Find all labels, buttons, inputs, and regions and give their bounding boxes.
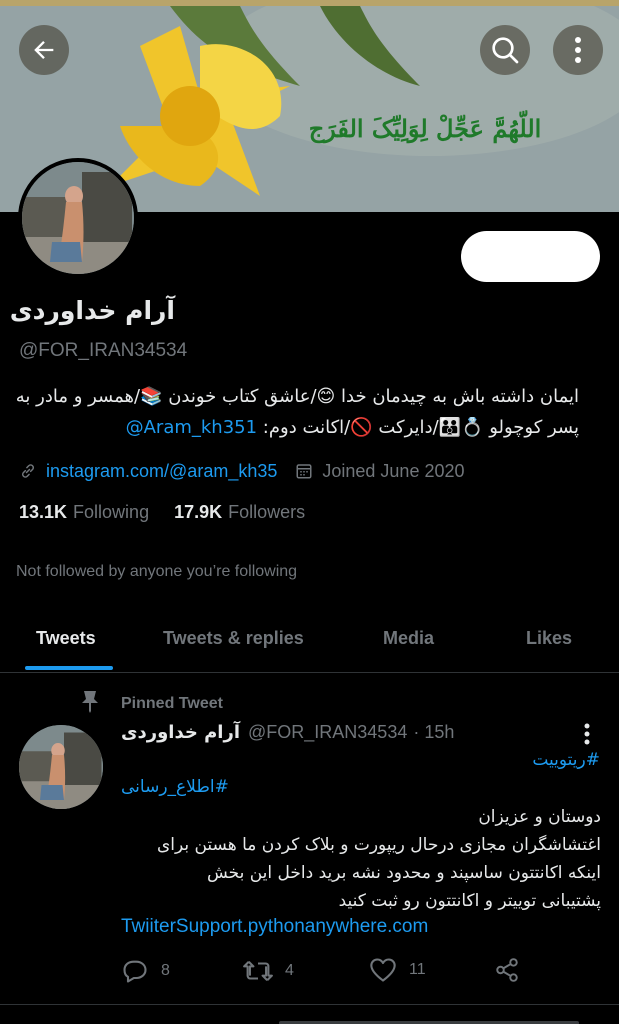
profile-display-name: آرام خداوردی [9, 296, 175, 325]
arrow-left-icon [34, 41, 54, 59]
tweet-author-handle[interactable]: @FOR_IRAN34534 [248, 722, 407, 743]
search-button[interactable] [480, 25, 530, 75]
profile-tabs: Tweets Tweets & replies Media Likes [0, 605, 619, 673]
tab-tweets[interactable]: Tweets [36, 605, 96, 671]
banner-caption: اللّهُمَّ عَجِّلْ لِوَلِیِّکَ الفَرَج [308, 114, 542, 143]
bio-line-1: ایمان داشته باش به چیدمان خدا 😊/عاشق کتا… [15, 386, 579, 407]
profile-handle: @FOR_IRAN34534 [19, 340, 188, 361]
following-count: 13.1K [19, 502, 68, 522]
tab-media[interactable]: Media [383, 605, 434, 671]
tweet-hashtag-2[interactable]: #اطلاع_رسانی [121, 777, 229, 797]
pinned-tweet-label: Pinned Tweet [121, 694, 223, 712]
follow-button[interactable]: Follow [461, 231, 600, 282]
not-followed-notice: Not followed by anyone you’re following [16, 563, 298, 580]
tweet-author-avatar[interactable] [19, 725, 103, 809]
following-label: Following [73, 502, 150, 522]
tweet-body-line: اینکه اکانتتون ساسپند و محدود نشه برید د… [206, 863, 601, 883]
tweet-actions: 8 4 11 [121, 957, 541, 987]
more-vertical-icon [575, 37, 581, 63]
like-action[interactable]: 11 [369, 957, 426, 983]
retweet-action[interactable]: 4 [243, 957, 294, 985]
reply-icon [121, 957, 149, 985]
tweet-divider [0, 1004, 619, 1005]
tweet-link[interactable]: TwiiterSupport.pythonanywhere.com [121, 916, 428, 938]
share-action[interactable] [494, 957, 532, 983]
avatar-image [22, 162, 134, 274]
tweet-avatar-image [19, 725, 103, 809]
calendar-icon [295, 462, 313, 480]
tab-tweets-replies[interactable]: Tweets & replies [163, 605, 304, 671]
back-button[interactable] [19, 25, 69, 75]
joined-date: Joined June 2020 [322, 460, 465, 481]
link-icon [19, 462, 37, 480]
reply-action[interactable]: 8 [121, 957, 170, 985]
tweet-body-line: اغتشاشگران مجازی درحال ریپورت و بلاک کرد… [156, 835, 601, 855]
tweet-body: دوستان و عزیزان اغتشاشگران مجازی درحال ر… [121, 803, 601, 915]
tweet-body-line: دوستان و عزیزان [478, 807, 601, 827]
tab-likes[interactable]: Likes [526, 605, 572, 671]
next-tweet-preview [279, 1013, 579, 1024]
tweet-body-line: پشتیبانی توییتر و اکانتتون رو ثبت کنید [338, 891, 601, 911]
search-icon [492, 37, 519, 64]
bio-mention-link[interactable]: @Aram_kh351 [126, 417, 257, 438]
pinned-label-row: Pinned Tweet [80, 689, 223, 718]
profile-bio: ایمان داشته باش به چیدمان خدا 😊/عاشق کتا… [15, 381, 579, 443]
bio-line-2-text: پسر کوچولو 💍👪/دایرکت 🚫/اکانت دوم: [257, 417, 579, 438]
profile-meta: instagram.com/@aram_kh35 Joined June 202… [19, 457, 465, 485]
retweet-count: 4 [285, 962, 294, 979]
like-count: 11 [409, 961, 426, 978]
profile-avatar[interactable] [18, 158, 138, 278]
tweet-time[interactable]: · 15h [413, 722, 454, 743]
followers-count: 17.9K [174, 502, 223, 522]
followers-stat[interactable]: 17.9K Followers [174, 502, 305, 523]
share-icon [494, 957, 520, 983]
more-options-button[interactable] [553, 25, 603, 75]
bio-line-2: پسر کوچولو 💍👪/دایرکت 🚫/اکانت دوم: @Aram_… [19, 412, 579, 443]
active-tab-indicator [25, 666, 113, 670]
follow-stats: 13.1K Following 17.9K Followers [19, 502, 330, 523]
pin-icon [80, 689, 100, 718]
heart-icon [369, 957, 397, 983]
tweet-author-name[interactable]: آرام خداوردی [121, 722, 240, 743]
more-vertical-icon [584, 723, 590, 745]
reply-count: 8 [161, 962, 170, 979]
tweet-more-button[interactable] [574, 719, 600, 749]
tweet-header: آرام خداوردی @FOR_IRAN34534 · 15h [121, 722, 454, 743]
profile-website-link[interactable]: instagram.com/@aram_kh35 [46, 461, 277, 482]
followers-label: Followers [228, 502, 306, 522]
following-stat[interactable]: 13.1K Following [19, 502, 149, 523]
retweet-icon [243, 957, 273, 985]
tweet-hashtag-1[interactable]: #ریتوییت [532, 750, 600, 770]
